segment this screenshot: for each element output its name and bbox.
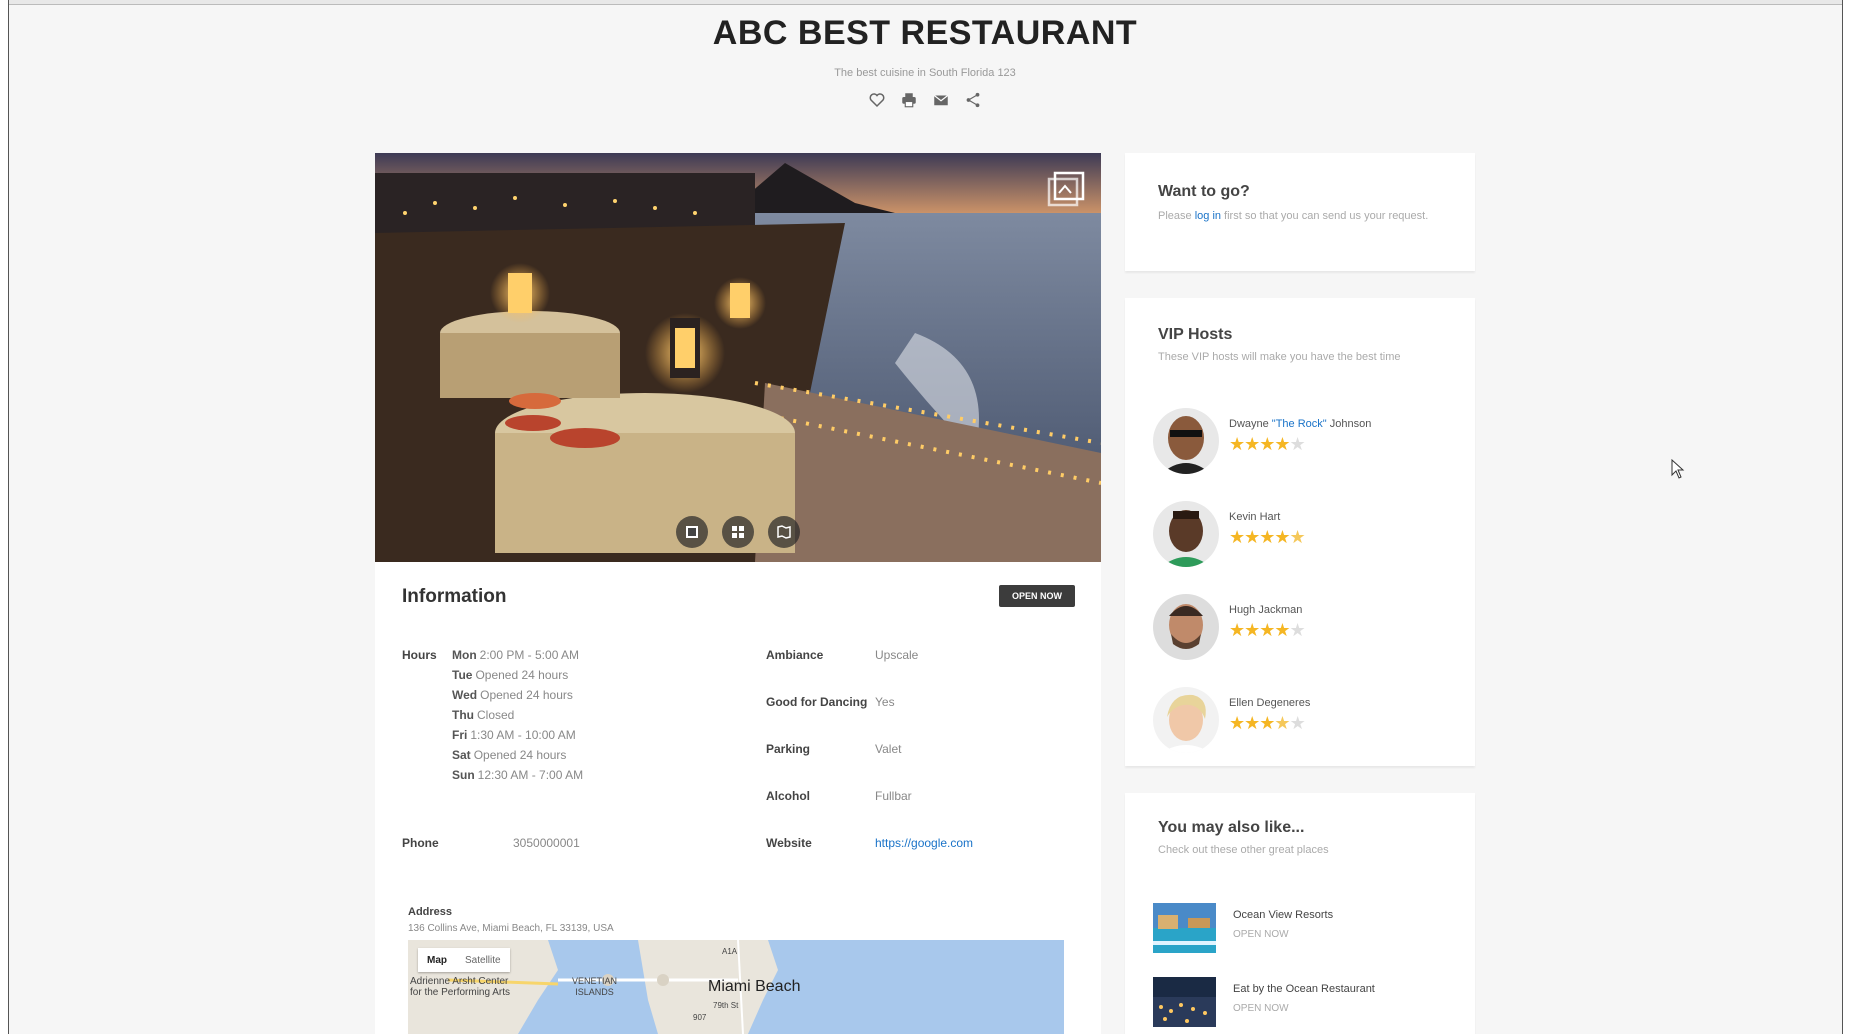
place-thumbnail <box>1153 977 1216 1027</box>
place-status: OPEN NOW <box>1233 929 1289 940</box>
share-icon[interactable] <box>964 91 982 109</box>
also-like-subtitle: Check out these other great places <box>1158 844 1329 856</box>
parking-label: Parking <box>766 742 811 756</box>
dancing-label: Good for Dancing <box>766 695 868 709</box>
hours-row: Sun 12:30 AM - 7:00 AM <box>452 768 584 782</box>
map-tab-map[interactable]: Map <box>418 955 456 966</box>
email-icon[interactable] <box>932 91 950 109</box>
avatar <box>1153 594 1219 660</box>
host-item[interactable]: Kevin Hart ★★★★★ <box>1153 501 1453 571</box>
hours-row: Sat Opened 24 hours <box>452 748 567 762</box>
window-right-border <box>1842 0 1850 1034</box>
parking-value: Valet <box>875 742 902 756</box>
photo-view-button[interactable] <box>676 516 708 548</box>
address-value: 136 Collins Ave, Miami Beach, FL 33139, … <box>408 923 614 934</box>
map-tab-satellite[interactable]: Satellite <box>456 955 510 966</box>
vip-hosts-subtitle: These VIP hosts will make you have the b… <box>1158 351 1401 363</box>
want-to-go-text: Please log in first so that you can send… <box>1158 210 1429 222</box>
photo-icon <box>686 526 698 538</box>
alcohol-label: Alcohol <box>766 789 810 803</box>
host-item[interactable]: Ellen Degeneres ★★★★★ <box>1153 687 1453 757</box>
ambiance-value: Upscale <box>875 648 919 662</box>
map-label-route: A1A <box>722 947 738 956</box>
place-thumbnail <box>1153 903 1216 953</box>
rating-stars: ★★★★★ <box>1229 527 1306 547</box>
want-to-go-card: Want to go? Please log in first so that … <box>1125 153 1475 271</box>
vip-hosts-card: VIP Hosts These VIP hosts will make you … <box>1125 298 1475 766</box>
hours-row: Wed Opened 24 hours <box>452 688 573 702</box>
rating-stars: ★★★★★ <box>1229 620 1306 640</box>
place-status: OPEN NOW <box>1233 1003 1289 1014</box>
page-title: ABC BEST RESTAURANT <box>712 14 1138 52</box>
phone-value[interactable]: 3050000001 <box>513 836 580 850</box>
map-label-street: 79th St <box>713 1001 739 1010</box>
page-subtitle: The best cuisine in South Florida 123 <box>834 67 1016 79</box>
hours-row: Fri 1:30 AM - 10:00 AM <box>452 728 576 742</box>
suggested-place[interactable]: Ocean View Resorts OPEN NOW <box>1153 903 1453 953</box>
heart-icon[interactable] <box>868 91 886 109</box>
host-name: Dwayne "The Rock" Johnson <box>1229 418 1372 430</box>
host-name: Ellen Degeneres <box>1229 697 1311 709</box>
website-label: Website <box>766 836 812 850</box>
window-left-border <box>0 0 9 1034</box>
place-name: Ocean View Resorts <box>1233 909 1334 921</box>
place-name: Eat by the Ocean Restaurant <box>1233 983 1375 995</box>
page-header: ABC BEST RESTAURANT The best cuisine in … <box>0 14 1850 109</box>
dancing-value: Yes <box>875 695 895 709</box>
information-panel: Information OPEN NOW Hours Mon 2:00 PM - … <box>375 562 1101 1034</box>
ambiance-label: Ambiance <box>766 648 824 662</box>
gallery-icon[interactable] <box>1047 171 1085 207</box>
map-type-tabs: Map Satellite <box>418 948 510 972</box>
suggested-place[interactable]: Eat by the Ocean Restaurant OPEN NOW <box>1153 977 1453 1027</box>
restaurant-photo[interactable] <box>375 153 1101 562</box>
map-label-arsht-center: Adrienne Arsht Center for the Performing … <box>410 976 511 998</box>
avatar <box>1153 408 1219 474</box>
grid-icon <box>732 526 744 538</box>
alcohol-value: Fullbar <box>875 789 912 803</box>
open-now-badge: OPEN NOW <box>999 585 1075 607</box>
avatar <box>1153 687 1219 753</box>
photo-controls <box>375 516 1101 548</box>
login-link[interactable]: log in <box>1195 210 1221 222</box>
phone-label: Phone <box>402 836 439 850</box>
vip-hosts-title: VIP Hosts <box>1158 326 1233 343</box>
map-label-route2: 907 <box>693 1013 707 1022</box>
header-actions <box>0 91 1850 109</box>
hours-label: Hours <box>402 648 437 662</box>
map-icon <box>777 525 791 539</box>
hours-row: Mon 2:00 PM - 5:00 AM <box>452 648 580 662</box>
host-name: Kevin Hart <box>1229 511 1281 523</box>
grid-view-button[interactable] <box>722 516 754 548</box>
website-link[interactable]: https://google.com <box>875 836 973 850</box>
mouse-cursor-icon <box>1671 458 1685 479</box>
host-name: Hugh Jackman <box>1229 604 1303 616</box>
address-label: Address <box>408 906 453 918</box>
hours-row: Thu Closed <box>452 708 515 722</box>
also-like-title: You may also like... <box>1158 819 1305 836</box>
rating-stars: ★★★★★ <box>1229 713 1306 733</box>
hours-row: Tue Opened 24 hours <box>452 668 569 682</box>
print-icon[interactable] <box>900 91 918 109</box>
map-label-venetian-islands: VENETIAN ISLANDS <box>572 976 618 997</box>
map-view-button[interactable] <box>768 516 800 548</box>
host-item[interactable]: Hugh Jackman ★★★★★ <box>1153 594 1453 664</box>
host-item[interactable]: Dwayne "The Rock" Johnson ★★★★★ <box>1153 408 1453 478</box>
rating-stars: ★★★★★ <box>1229 434 1306 454</box>
map-city-label: Miami Beach <box>708 978 801 995</box>
want-to-go-title: Want to go? <box>1158 183 1250 200</box>
location-map[interactable]: Map Satellite Adrienne Arsht Center for t… <box>408 940 1064 1034</box>
avatar <box>1153 501 1219 567</box>
window-top-border <box>0 0 1850 5</box>
also-like-card: You may also like... Check out these oth… <box>1125 793 1475 1034</box>
information-title: Information <box>402 586 507 607</box>
